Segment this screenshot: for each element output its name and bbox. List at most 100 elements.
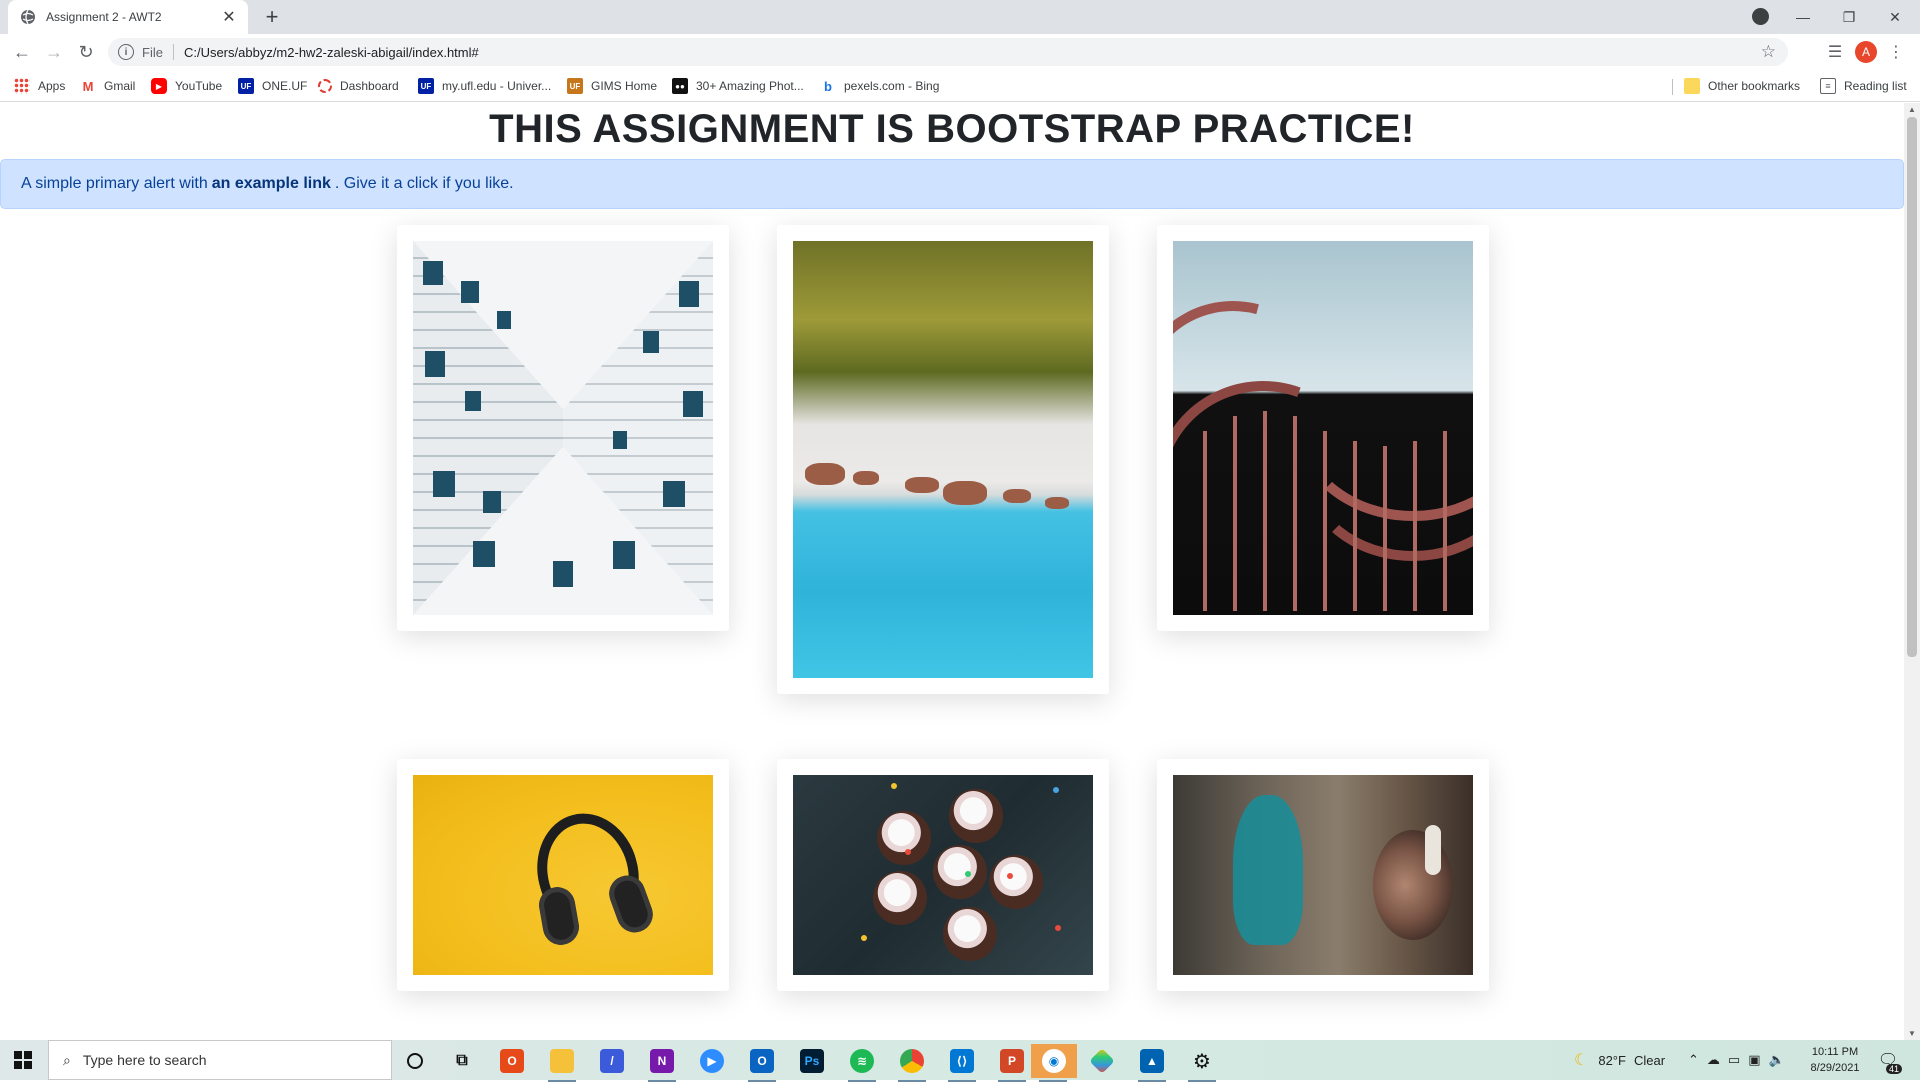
profile-avatar[interactable]: A (1855, 41, 1877, 63)
chevron-up-icon[interactable]: ⌃ (1688, 1052, 1707, 1068)
start-button[interactable] (0, 1040, 46, 1080)
reload-icon[interactable]: ↻ (72, 38, 100, 66)
vertical-scrollbar[interactable]: ▲ ▼ (1904, 103, 1920, 1040)
graffiti-photo (1173, 775, 1473, 975)
bookmark-label: GIMS Home (591, 79, 658, 93)
other-bookmarks-label: Other bookmarks (1708, 79, 1801, 93)
photos-icon: ▲ (1140, 1049, 1164, 1073)
photo-site-icon: ●● (672, 78, 688, 94)
volume-icon[interactable]: 🔈 (1769, 1052, 1793, 1068)
vs-icon: / (600, 1049, 624, 1073)
git-app[interactable] (1080, 1044, 1124, 1078)
powerpoint-app[interactable]: P (990, 1044, 1034, 1082)
gmail-icon: M (82, 78, 94, 94)
folder-icon (550, 1049, 574, 1073)
globe-icon (21, 9, 35, 25)
bookmark-my-ufl[interactable]: UF my.ufl.edu - Univer... (418, 77, 551, 95)
omnibox-divider (172, 44, 174, 60)
bookmarks-divider (1672, 79, 1673, 95)
tab-search-icon[interactable] (1752, 8, 1769, 25)
image-card-3 (1157, 225, 1489, 631)
cloud-icon[interactable]: ☁ (1707, 1052, 1728, 1068)
apps-grid-icon (14, 78, 30, 94)
tab-strip: Assignment 2 - AWT2 ✕ + — ❐ ✕ (0, 0, 1920, 34)
onenote-app[interactable]: N (640, 1044, 684, 1082)
snipping-tool-app[interactable]: ◉ (1031, 1044, 1077, 1082)
bookmark-one-uf[interactable]: UF ONE.UF (238, 77, 307, 95)
clock-date: 8/29/2021 (1810, 1062, 1860, 1074)
dashboard-icon (318, 79, 332, 93)
bookmark-apps[interactable]: Apps (14, 77, 65, 95)
windows-logo-icon (14, 1051, 32, 1069)
spotify-app[interactable]: ≋ (840, 1044, 884, 1082)
chrome-icon (900, 1049, 924, 1073)
beach-aerial-photo (793, 241, 1093, 678)
alert-example-link[interactable]: an example link (212, 175, 331, 193)
scroll-down-icon[interactable]: ▼ (1908, 1029, 1916, 1038)
forward-icon[interactable]: → (40, 38, 68, 66)
system-tray[interactable]: ⌃ ☁ ▭ ▣ 🔈 (1688, 1040, 1793, 1080)
notification-center[interactable]: 🗨 41 (1876, 1048, 1902, 1074)
outlook-icon: O (750, 1049, 774, 1073)
weather-temp: 82°F (1598, 1052, 1626, 1068)
zoom-app[interactable]: ▶ (690, 1044, 734, 1078)
settings-app[interactable]: ⚙ (1180, 1044, 1224, 1082)
browser-tab[interactable]: Assignment 2 - AWT2 ✕ (8, 0, 248, 34)
taskbar-search-box[interactable]: ⌕ Type here to search (48, 1040, 392, 1080)
bookmark-star-icon[interactable]: ☆ (1761, 42, 1776, 62)
windows-taskbar: ⌕ Type here to search ⧉ O / N ▶ O Ps ≋ ⟨… (0, 1040, 1920, 1082)
file-explorer-app[interactable] (540, 1044, 584, 1082)
bookmark-youtube[interactable]: ▶ YouTube (151, 77, 222, 95)
tab-close-icon[interactable]: ✕ (220, 7, 238, 27)
page-viewport: THIS ASSIGNMENT IS BOOTSTRAP PRACTICE! A… (0, 103, 1904, 1040)
bookmark-gims-home[interactable]: UF GIMS Home (567, 77, 657, 95)
bing-icon: b (824, 78, 832, 94)
other-bookmarks[interactable]: Other bookmarks (1684, 77, 1800, 95)
bookmark-dashboard[interactable]: Dashboard (318, 77, 399, 95)
battery-icon[interactable]: ▭ (1728, 1052, 1748, 1068)
address-bar[interactable]: i File C:/Users/abbyz/m2-hw2-zaleski-abi… (108, 38, 1788, 66)
bookmark-label: YouTube (175, 79, 223, 93)
weather-condition: Clear (1633, 1052, 1666, 1068)
bookmark-label: my.ufl.edu - Univer... (442, 79, 552, 93)
cupcakes-photo (793, 775, 1093, 975)
diamond-icon (1089, 1048, 1115, 1074)
outlook-app[interactable]: O (740, 1044, 784, 1082)
headphones-photo (413, 775, 713, 975)
photoshop-app[interactable]: Ps (790, 1044, 834, 1078)
task-view-button[interactable]: ⧉ (440, 1044, 484, 1078)
close-window-icon[interactable]: ✕ (1872, 0, 1918, 34)
cortana-button[interactable] (393, 1044, 437, 1078)
site-info-icon[interactable]: i (118, 44, 134, 60)
vscode-app[interactable]: ⟨⟩ (940, 1044, 984, 1082)
back-icon[interactable]: ← (8, 38, 36, 66)
menu-dots-icon[interactable]: ⋮ (1884, 38, 1908, 66)
bookmark-pexels-bing[interactable]: b pexels.com - Bing (820, 77, 939, 95)
zoom-icon: ▶ (700, 1049, 724, 1073)
youtube-icon: ▶ (151, 78, 167, 94)
minimize-icon[interactable]: — (1780, 0, 1826, 34)
office-app[interactable]: O (490, 1044, 534, 1078)
network-icon[interactable]: ▣ (1748, 1052, 1768, 1068)
clock-time: 10:11 PM (1811, 1046, 1859, 1058)
weather-widget[interactable]: ☾ 82°F Clear (1574, 1040, 1665, 1080)
onenote-icon: N (650, 1049, 674, 1073)
bookmark-label: ONE.UF (262, 79, 308, 93)
reading-queue-icon[interactable]: ☰ (1822, 38, 1848, 66)
chrome-app[interactable] (890, 1044, 934, 1082)
scroll-up-icon[interactable]: ▲ (1908, 105, 1916, 114)
url-text[interactable]: C:/Users/abbyz/m2-hw2-zaleski-abigail/in… (184, 45, 479, 60)
bookmark-amazing-photos[interactable]: ●● 30+ Amazing Phot... (672, 77, 804, 95)
new-tab-button[interactable]: + (258, 3, 286, 31)
office-icon: O (500, 1049, 524, 1073)
scrollbar-thumb[interactable] (1907, 117, 1917, 657)
bookmark-label: Dashboard (340, 79, 399, 93)
reading-list[interactable]: ≡ Reading list (1820, 77, 1907, 95)
restore-icon[interactable]: ❐ (1826, 0, 1872, 34)
photos-app[interactable]: ▲ (1130, 1044, 1174, 1082)
visual-studio-app[interactable]: / (590, 1044, 634, 1078)
building-corridor-photo (413, 241, 713, 615)
system-clock[interactable]: 10:11 PM 8/29/2021 (1800, 1044, 1870, 1076)
bookmark-gmail[interactable]: M Gmail (80, 77, 136, 95)
uf-icon: UF (418, 78, 434, 94)
